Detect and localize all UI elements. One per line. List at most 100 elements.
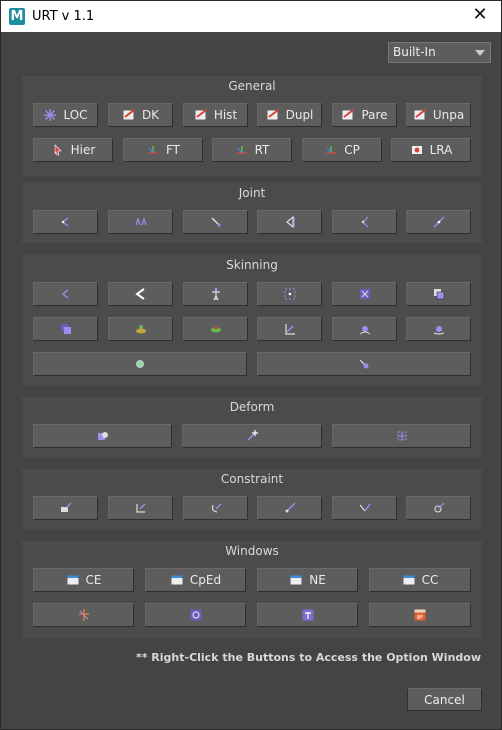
- point-constraint-button[interactable]: [33, 496, 98, 520]
- hypershade-icon: [189, 608, 203, 622]
- section-deform: Deform: [22, 397, 482, 457]
- section-skinning: Skinning: [22, 255, 482, 385]
- locator-icon: [43, 108, 57, 122]
- blend-shape-button[interactable]: [33, 424, 172, 448]
- lattice-button[interactable]: [332, 424, 471, 448]
- prune-weights-button[interactable]: [332, 317, 397, 341]
- ce-button-label: CE: [85, 573, 102, 587]
- section-title-constraint: Constraint: [220, 472, 284, 486]
- joint-chain-button[interactable]: [332, 210, 397, 234]
- chevron-down-icon: [475, 50, 485, 56]
- skin-cluster-icon: [357, 357, 371, 371]
- cped-button[interactable]: CpEd: [145, 568, 246, 592]
- connection-editor-icon: [66, 573, 80, 587]
- bind-skin-icon: [59, 287, 73, 301]
- node-editor-icon: [289, 573, 303, 587]
- unbind-skin-button[interactable]: [108, 282, 173, 306]
- cp-button-label: CP: [344, 143, 360, 157]
- copy-weights-button[interactable]: [406, 282, 471, 306]
- reset-bind-pose-button[interactable]: [406, 317, 471, 341]
- section-constraint: Constraint: [22, 469, 482, 529]
- ne-button-label: NE: [309, 573, 326, 587]
- maya-logo-icon: M: [9, 8, 25, 25]
- mirror-joint-icon: [134, 215, 148, 229]
- pare-button[interactable]: Pare: [332, 103, 397, 127]
- pole-vector-button[interactable]: [406, 496, 471, 520]
- cluster-button[interactable]: [182, 424, 322, 448]
- remove-influence-button[interactable]: [183, 317, 248, 341]
- ik-handle-icon: [432, 215, 446, 229]
- preset-dropdown[interactable]: Built-In: [388, 42, 491, 63]
- go-to-bind-pose-button[interactable]: [33, 352, 247, 376]
- set-driven-key-button[interactable]: [257, 603, 358, 627]
- loc-button[interactable]: LOC: [33, 103, 98, 127]
- ce-button[interactable]: CE: [33, 568, 134, 592]
- lra-button[interactable]: LRA: [391, 138, 471, 162]
- bind-skin-button[interactable]: [33, 282, 98, 306]
- dk-button-label: DK: [141, 108, 160, 122]
- insert-joint-button[interactable]: [183, 210, 248, 234]
- parent-constraint-icon: [209, 501, 223, 515]
- orient-joint-button[interactable]: [257, 210, 322, 234]
- window-title: URT v 1.1: [32, 9, 95, 24]
- component-editor-window-icon: [170, 573, 184, 587]
- section-title-general: General: [228, 79, 276, 93]
- weight-hammer-button[interactable]: [257, 317, 322, 341]
- cancel-button[interactable]: Cancel: [407, 688, 482, 711]
- parent-icon: [341, 108, 355, 122]
- rt-button[interactable]: RT: [212, 138, 292, 162]
- smooth-bind-button[interactable]: [257, 282, 322, 306]
- hier-button-label: Hier: [70, 143, 96, 157]
- cp-button[interactable]: CP: [302, 138, 382, 162]
- mirror-weights-button[interactable]: [33, 317, 98, 341]
- ft-button[interactable]: FT: [123, 138, 203, 162]
- paint-weights-icon: [209, 287, 223, 301]
- lra-button-label: LRA: [429, 143, 453, 157]
- section-title-deform: Deform: [229, 400, 275, 414]
- hist-button[interactable]: Hist: [183, 103, 248, 127]
- duplicate-icon: [266, 108, 280, 122]
- freeze-transform-icon: [146, 143, 160, 157]
- dupl-button[interactable]: Dupl: [257, 103, 322, 127]
- aim-constraint-button[interactable]: [332, 496, 397, 520]
- section-joint: Joint: [22, 183, 482, 243]
- close-icon[interactable]: ✕: [467, 4, 493, 28]
- hist-button-label: Hist: [213, 108, 238, 122]
- rt-button-label: RT: [254, 143, 270, 157]
- mirror-weights-icon: [59, 322, 73, 336]
- center-pivot-icon: [324, 143, 338, 157]
- joint-tool-button[interactable]: [33, 210, 98, 234]
- hypershade-button[interactable]: [145, 603, 246, 627]
- insert-joint-icon: [209, 215, 223, 229]
- paint-weights-button[interactable]: [183, 282, 248, 306]
- orient-constraint-icon: [134, 501, 148, 515]
- component-editor-icon: [358, 287, 372, 301]
- cc-button[interactable]: CC: [369, 568, 471, 592]
- scale-constraint-icon: [283, 501, 297, 515]
- parent-constraint-button[interactable]: [183, 496, 248, 520]
- dk-button[interactable]: DK: [108, 103, 173, 127]
- reset-transform-icon: [235, 143, 249, 157]
- dupl-button-label: Dupl: [285, 108, 314, 122]
- copy-weights-icon: [432, 287, 446, 301]
- section-title-skinning: Skinning: [226, 258, 278, 272]
- orient-constraint-button[interactable]: [108, 496, 173, 520]
- ik-handle-button[interactable]: [406, 210, 471, 234]
- mirror-joint-button[interactable]: [108, 210, 173, 234]
- component-editor-button[interactable]: [332, 282, 397, 306]
- add-influence-icon: [134, 322, 148, 336]
- hierarchy-icon: [51, 143, 65, 157]
- hier-button[interactable]: Hier: [33, 138, 113, 162]
- unpa-button[interactable]: Unpa: [406, 103, 471, 127]
- script-editor-button[interactable]: [369, 603, 471, 627]
- option-window-hint: ** Right-Click the Buttons to Access the…: [135, 651, 481, 664]
- section-title-windows: Windows: [225, 544, 279, 558]
- cluster-icon: [245, 429, 259, 443]
- skin-cluster-button[interactable]: [257, 352, 471, 376]
- add-influence-button[interactable]: [108, 317, 173, 341]
- outliner-button[interactable]: [33, 603, 134, 627]
- prune-weights-icon: [358, 322, 372, 336]
- ne-button[interactable]: NE: [257, 568, 358, 592]
- joint-chain-icon: [358, 215, 372, 229]
- scale-constraint-button[interactable]: [257, 496, 322, 520]
